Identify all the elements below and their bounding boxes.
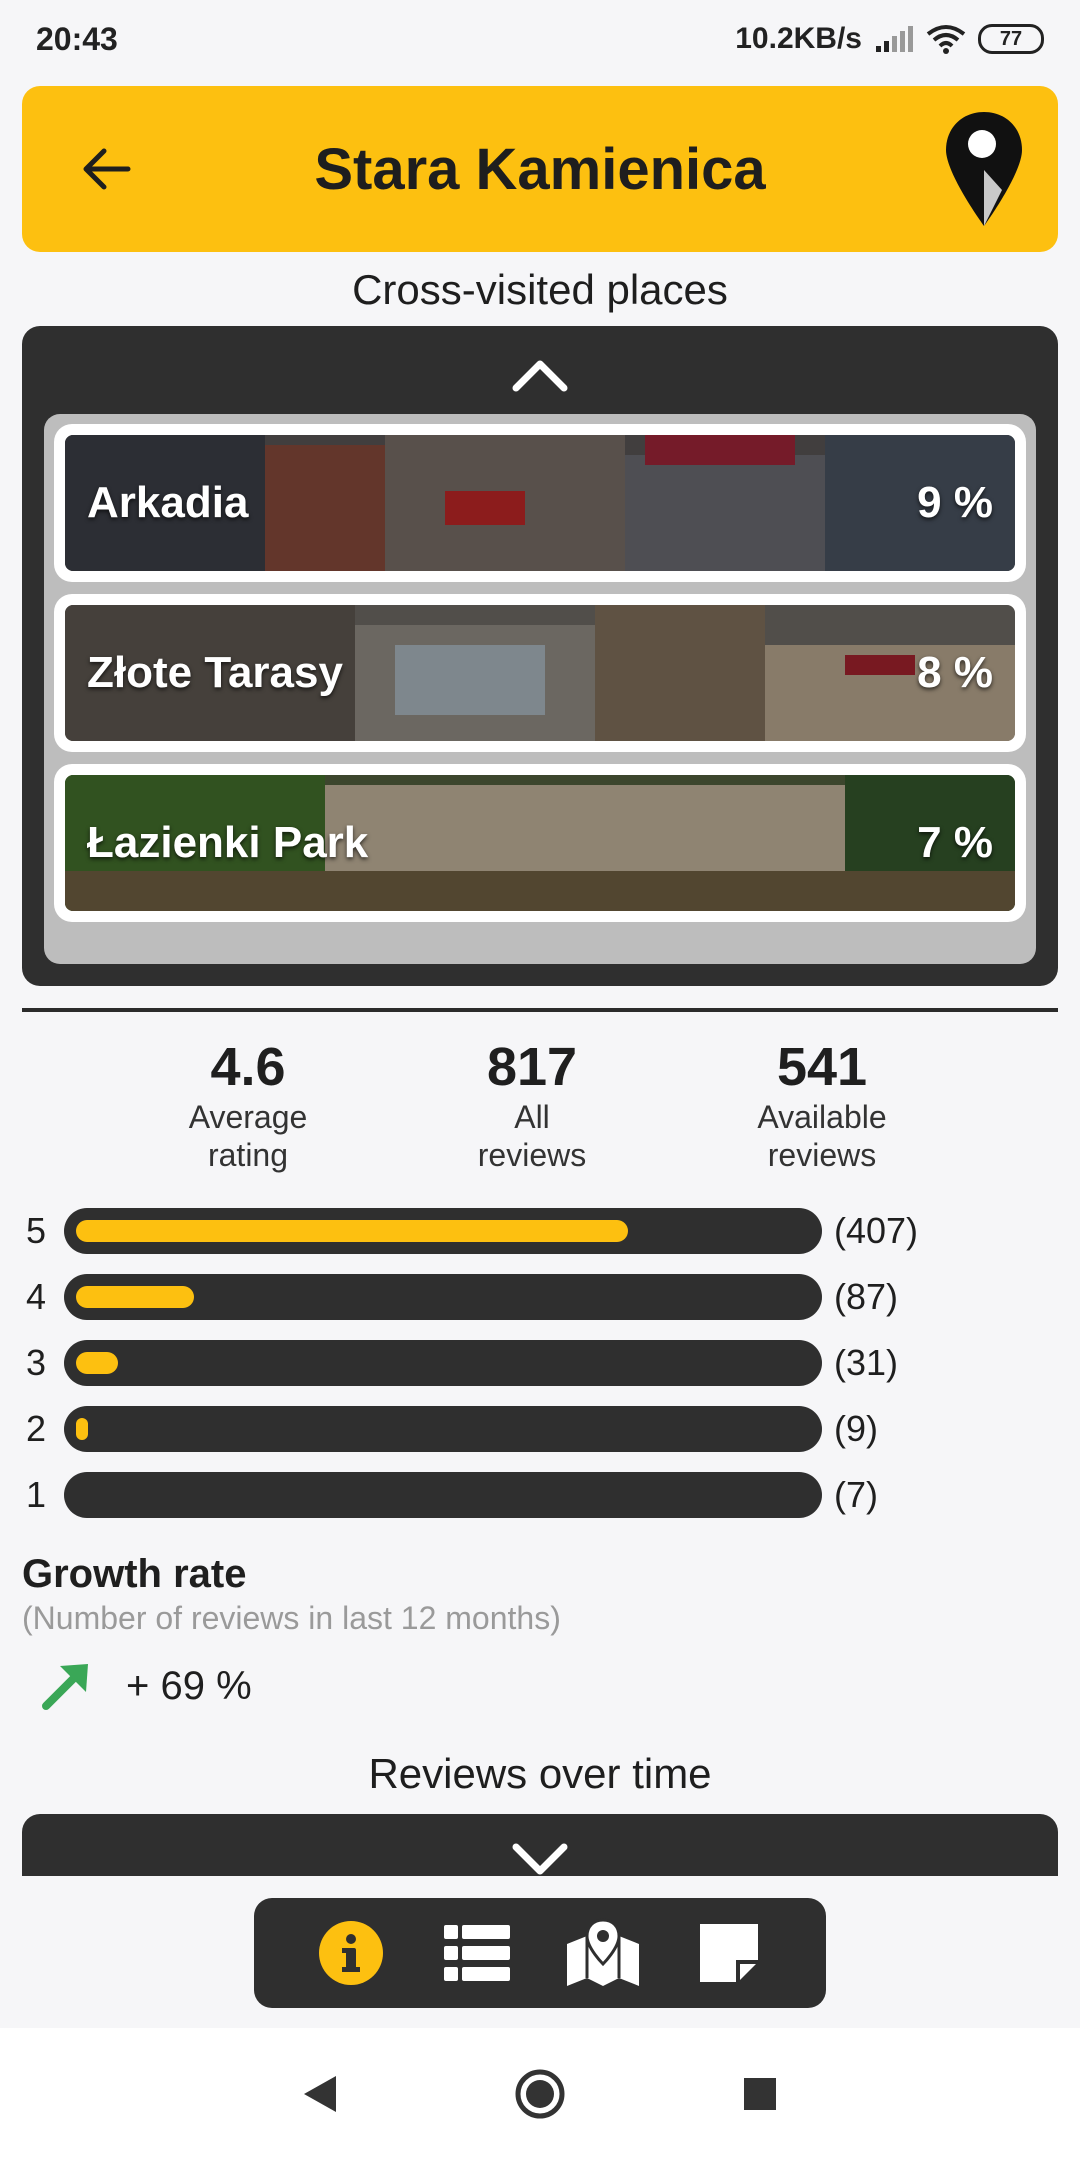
stat-value: 4.6 xyxy=(210,1037,286,1097)
rating-row-1: 1 (7) xyxy=(0,1470,1080,1520)
info-icon xyxy=(319,1921,383,1985)
place-percent: 9 % xyxy=(917,478,993,527)
place-percent: 7 % xyxy=(917,818,993,867)
place-card-zlote-tarasy[interactable]: Złote Tarasy 8 % xyxy=(54,594,1026,752)
chevron-down-icon xyxy=(512,1843,568,1875)
page-title: Stara Kamienica xyxy=(314,136,766,202)
status-bar: 20:43 10.2KB/s 77 xyxy=(0,0,1080,78)
app-header: Stara Kamienica xyxy=(22,86,1058,252)
cross-visited-list: Arkadia 9 % Złote Tarasy 8 % Łazienki Pa… xyxy=(44,414,1036,964)
back-triangle-icon xyxy=(304,2076,336,2112)
place-name: Arkadia xyxy=(87,478,249,527)
stat-label-line2: reviews xyxy=(767,1137,877,1173)
place-name: Złote Tarasy xyxy=(87,648,343,697)
list-icon xyxy=(444,1925,510,1981)
rating-count: (31) xyxy=(834,1342,899,1383)
status-time: 20:43 xyxy=(36,20,118,57)
stat-label-line1: All xyxy=(514,1099,550,1135)
expand-button[interactable] xyxy=(500,1834,580,1884)
stat-value: 541 xyxy=(776,1037,868,1097)
rating-row-3: 3 (31) xyxy=(0,1338,1080,1388)
rating-track xyxy=(64,1406,822,1452)
stat-all-reviews: 817 All reviews xyxy=(402,1036,662,1174)
map-pin-icon xyxy=(946,112,1022,226)
place-image: Arkadia 9 % xyxy=(65,435,1015,571)
rating-stars: 1 xyxy=(26,1474,47,1515)
home-circle-icon xyxy=(515,2069,565,2119)
growth-subtitle: (Number of reviews in last 12 months) xyxy=(22,1600,561,1636)
signal-icon xyxy=(876,26,913,52)
battery-icon: 77 xyxy=(978,24,1044,54)
rating-fill xyxy=(76,1352,118,1374)
rating-count: (407) xyxy=(834,1210,919,1251)
network-speed: 10.2KB/s xyxy=(735,22,862,55)
tab-list[interactable] xyxy=(437,1913,517,1993)
reviews-over-time-title: Reviews over time xyxy=(368,1750,712,1797)
stat-label-line1: Available xyxy=(757,1099,887,1135)
growth-value-row: + 69 % xyxy=(38,1658,252,1714)
section-divider xyxy=(22,1008,1058,1012)
tab-info[interactable] xyxy=(311,1913,391,1993)
arrow-left-icon xyxy=(83,148,131,190)
rating-fill xyxy=(76,1220,628,1242)
trending-up-arrow-icon xyxy=(42,1664,88,1710)
place-name: Łazienki Park xyxy=(87,818,369,867)
place-percent: 8 % xyxy=(917,648,993,697)
collapse-button[interactable] xyxy=(500,344,580,404)
back-button[interactable] xyxy=(70,133,142,205)
stat-average-rating: 4.6 Average rating xyxy=(118,1036,378,1174)
bottom-tab-bar xyxy=(254,1898,826,2008)
nav-back-button[interactable] xyxy=(285,2059,355,2129)
rating-count: (87) xyxy=(834,1276,899,1317)
rating-stars: 4 xyxy=(26,1276,47,1317)
wifi-icon xyxy=(926,25,966,54)
map-icon xyxy=(567,1918,639,1986)
rating-row-2: 2 (9) xyxy=(0,1404,1080,1454)
place-card-arkadia[interactable]: Arkadia 9 % xyxy=(54,424,1026,582)
chevron-up-icon xyxy=(512,360,568,392)
place-card-lazienki-park[interactable]: Łazienki Park 7 % xyxy=(54,764,1026,922)
stat-value: 817 xyxy=(486,1037,578,1097)
cross-visited-panel: Arkadia 9 % Złote Tarasy 8 % Łazienki Pa… xyxy=(22,326,1058,986)
rating-count: (9) xyxy=(834,1408,878,1449)
place-image: Łazienki Park 7 % xyxy=(65,775,1015,911)
rating-row-4: 4 (87) xyxy=(0,1272,1080,1322)
growth-title: Growth rate xyxy=(22,1552,247,1596)
rating-stars: 5 xyxy=(26,1210,47,1251)
rating-track xyxy=(64,1208,822,1254)
rating-track xyxy=(64,1340,822,1386)
rating-stars: 3 xyxy=(26,1342,47,1383)
reviews-over-time-panel xyxy=(22,1814,1058,1876)
rating-row-5: 5 (407) xyxy=(0,1206,1080,1256)
rating-track xyxy=(64,1472,822,1518)
stat-available-reviews: 541 Available reviews xyxy=(692,1036,952,1174)
status-right: 10.2KB/s 77 xyxy=(735,22,1044,56)
stat-label-line1: Average xyxy=(188,1099,308,1135)
rating-track xyxy=(64,1274,822,1320)
growth-value: + 69 % xyxy=(126,1663,252,1708)
stat-label-line2: reviews xyxy=(477,1137,587,1173)
rating-fill xyxy=(76,1286,194,1308)
rating-fill xyxy=(76,1418,88,1440)
nav-home-button[interactable] xyxy=(505,2059,575,2129)
recents-square-icon xyxy=(744,2078,776,2110)
stat-label-line2: rating xyxy=(207,1137,289,1173)
cross-visited-title: Cross-visited places xyxy=(352,266,728,313)
system-nav-bar xyxy=(0,2028,1080,2160)
tab-note[interactable] xyxy=(689,1913,769,1993)
rating-count: (7) xyxy=(834,1474,878,1515)
place-image: Złote Tarasy 8 % xyxy=(65,605,1015,741)
note-icon xyxy=(700,1924,758,1982)
nav-recents-button[interactable] xyxy=(725,2059,795,2129)
tab-map[interactable] xyxy=(563,1913,643,1993)
rating-stars: 2 xyxy=(26,1408,47,1449)
